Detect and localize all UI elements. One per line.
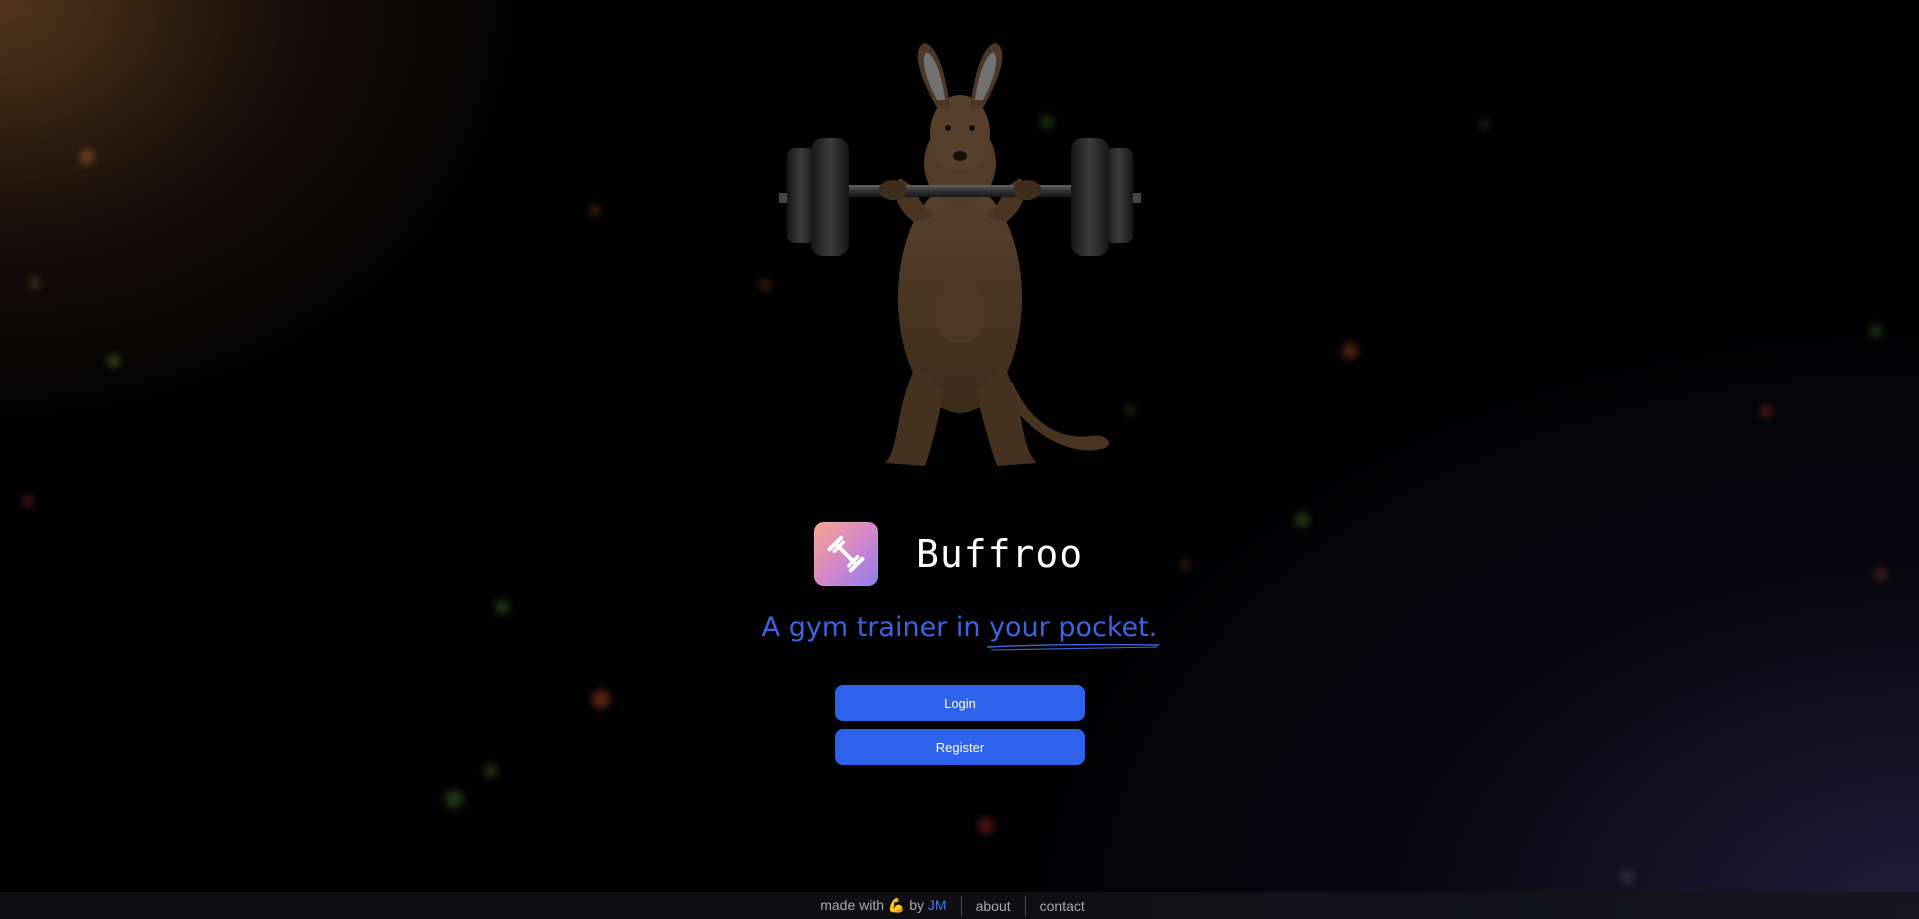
- login-button[interactable]: Login: [835, 685, 1085, 721]
- footer: made with 💪 by JM about contact: [0, 892, 1919, 919]
- app-title: Buffroo: [916, 532, 1084, 576]
- tagline-highlight-text: your pocket.: [989, 612, 1158, 643]
- about-link[interactable]: about: [962, 898, 1025, 914]
- tagline-prefix: A gym trainer in: [761, 612, 990, 643]
- flexed-biceps-icon: 💪: [887, 897, 906, 913]
- dumbbell-icon: [814, 522, 878, 586]
- brand: Buffroo: [814, 522, 1083, 586]
- by-text: by: [909, 897, 925, 913]
- landing-page: Buffroo A gym trainer in your pocket. Lo…: [0, 0, 1919, 919]
- author-link[interactable]: JM: [928, 897, 947, 913]
- footer-credit: made with 💪 by JM: [820, 897, 960, 914]
- contact-link[interactable]: contact: [1026, 898, 1099, 914]
- scribble-underline: [987, 643, 1160, 651]
- tagline: A gym trainer in your pocket.: [0, 612, 1919, 651]
- made-with-text: made with: [820, 897, 885, 913]
- kangaroo-weightlifting-image: [775, 38, 1145, 473]
- register-button[interactable]: Register: [835, 729, 1085, 765]
- tagline-highlight: your pocket.: [987, 612, 1160, 651]
